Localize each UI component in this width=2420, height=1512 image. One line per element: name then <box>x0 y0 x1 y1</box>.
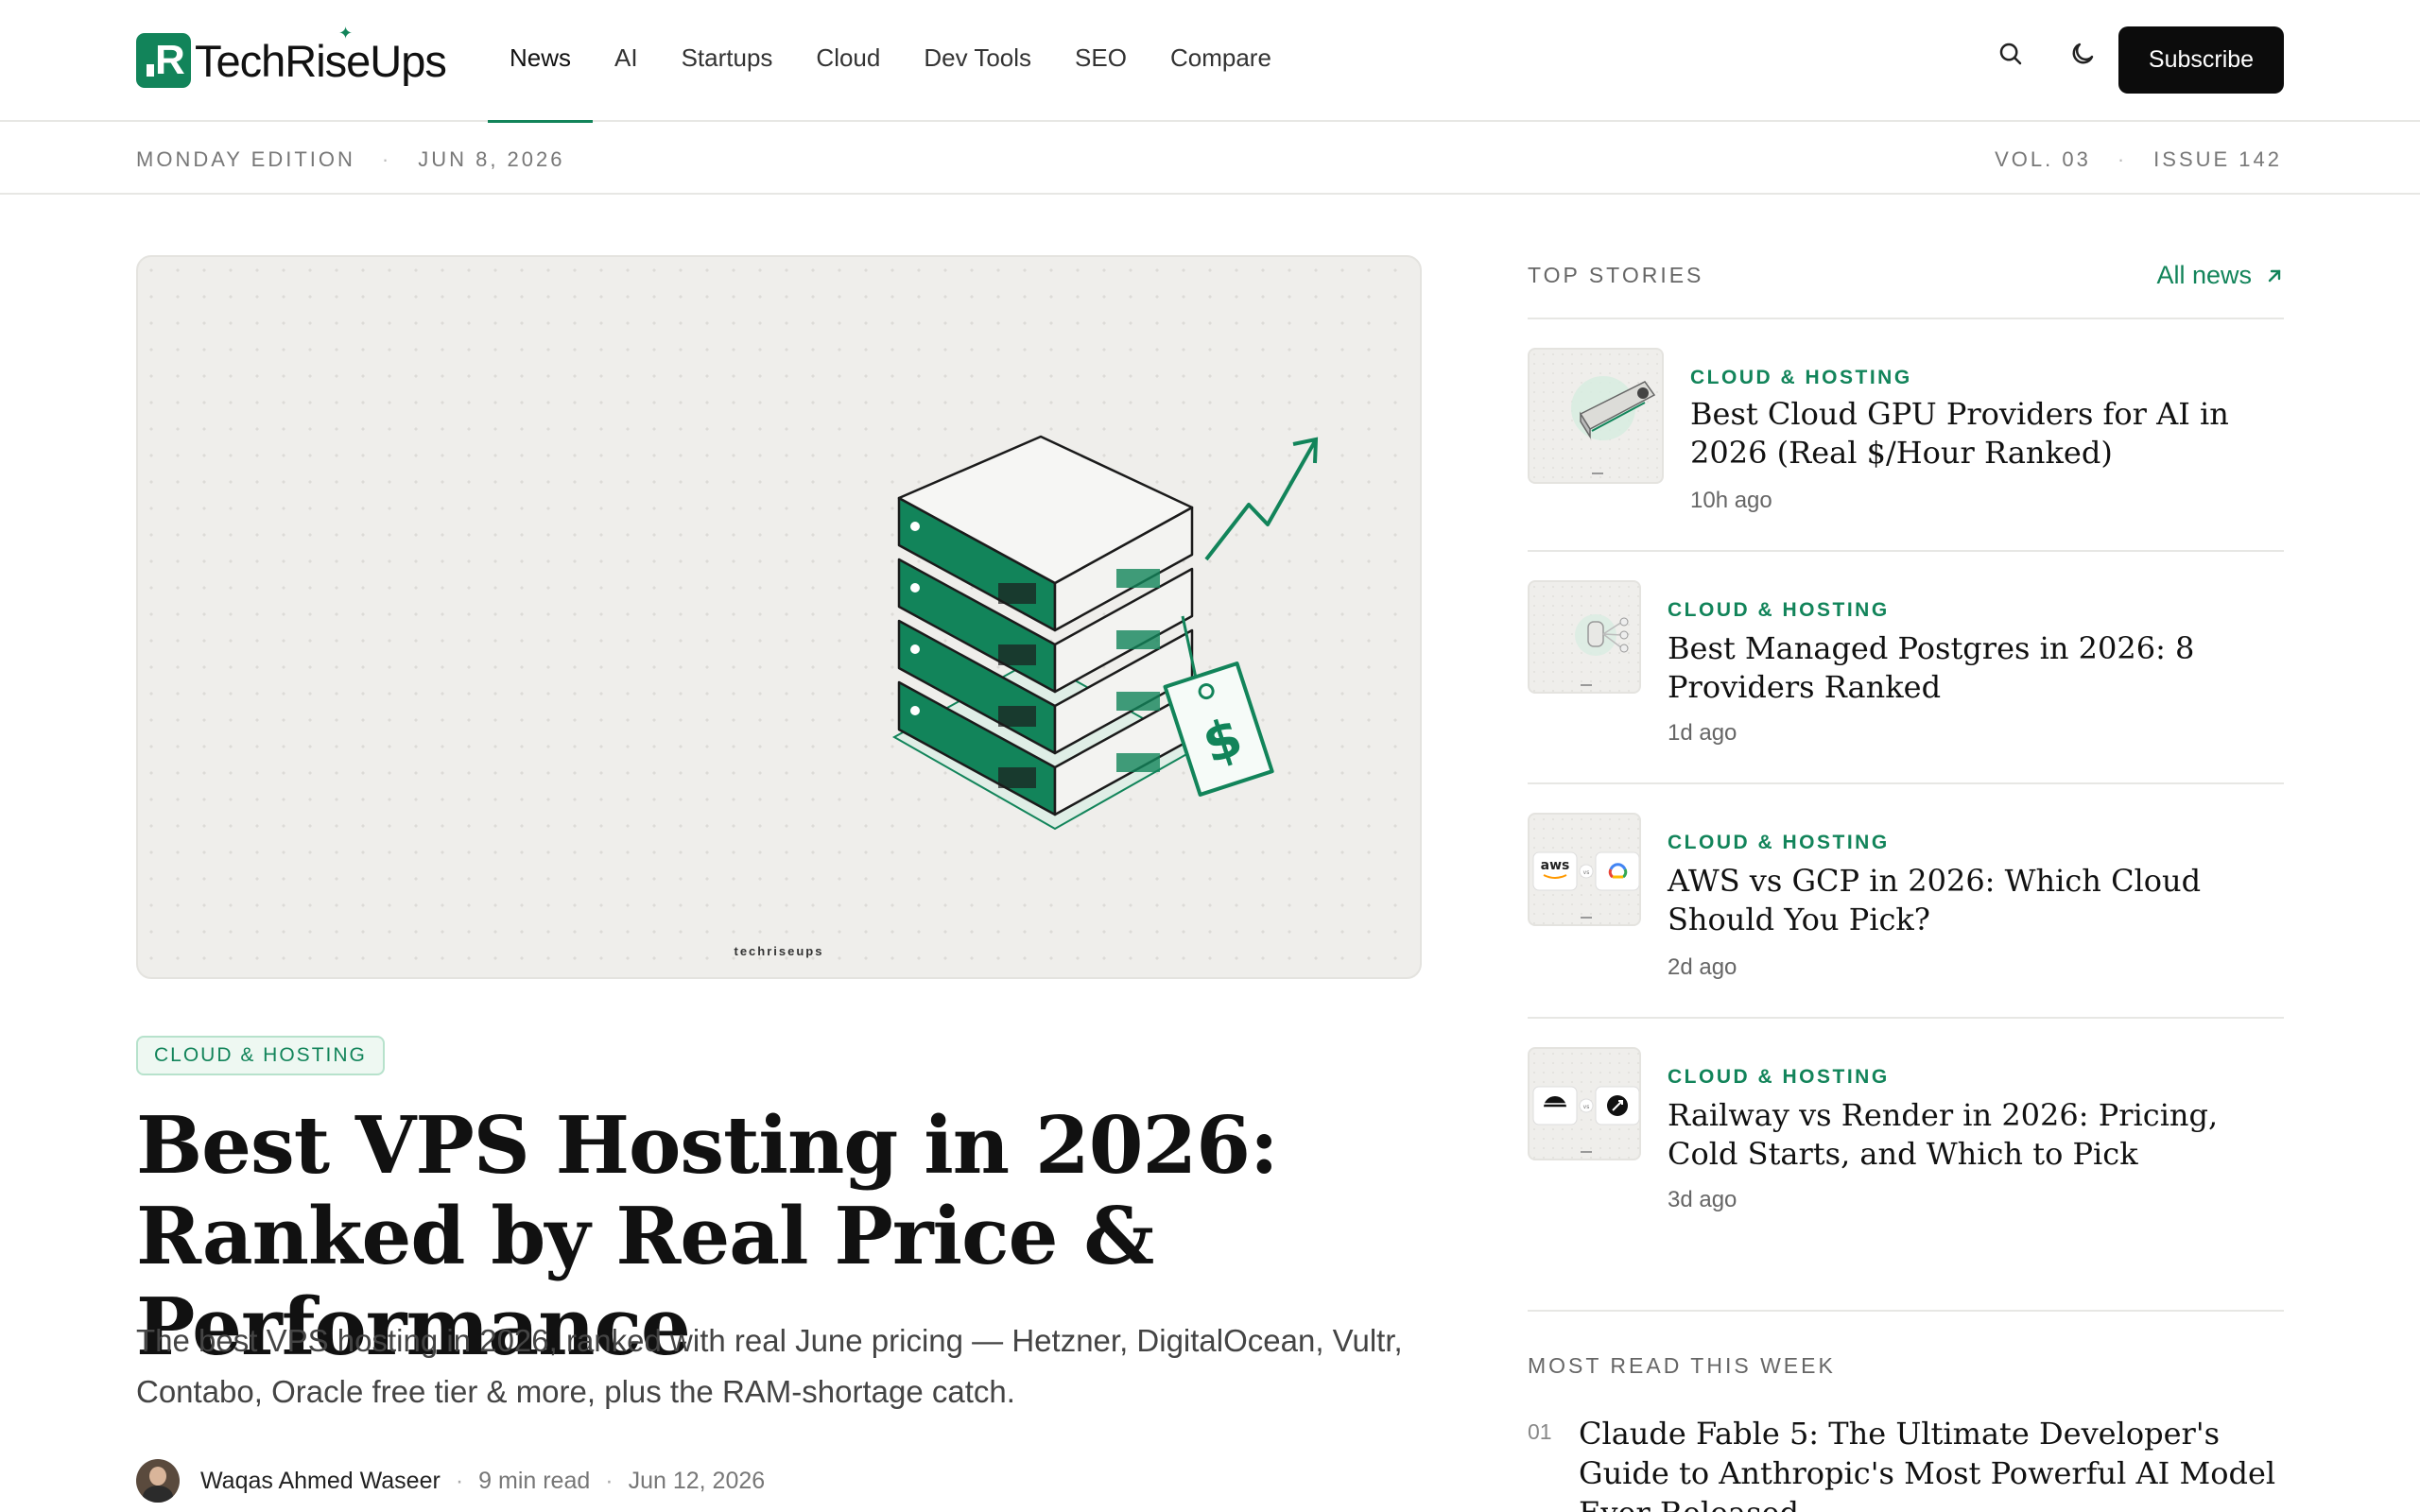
story-time: 1d ago <box>1668 720 1737 746</box>
story-category[interactable]: CLOUD & HOSTING <box>1668 832 1890 854</box>
svg-text:vs: vs <box>1583 1104 1590 1110</box>
database-network-illustration <box>1575 614 1629 686</box>
sparkle-icon: ✦ <box>338 24 354 43</box>
story-title[interactable]: AWS vs GCP in 2026: Which Cloud Should Y… <box>1668 862 2284 939</box>
nav-item-startups[interactable]: Startups <box>660 32 795 121</box>
top-story-item[interactable]: vs CLOUD & HOSTING Railway vs Render in … <box>1528 1019 2284 1251</box>
hero-image-caption: techriseups <box>734 944 824 958</box>
story-category[interactable]: CLOUD & HOSTING <box>1668 599 1890 622</box>
logo-wordmark: TechRiseUps <box>195 35 447 86</box>
edition-volume: VOL. 03 <box>1995 147 2091 171</box>
byline-separator: · <box>455 1467 464 1494</box>
edition-separator: · <box>2117 147 2128 171</box>
story-category[interactable]: CLOUD & HOSTING <box>1690 367 1912 389</box>
edition-day: MONDAY EDITION <box>136 147 355 171</box>
most-read-section: MOST READ THIS WEEK 01 Claude Fable 5: T… <box>1528 1310 2284 1512</box>
arrow-up-right-icon <box>2268 269 2281 282</box>
hero-category-tag[interactable]: CLOUD & HOSTING <box>136 1036 385 1075</box>
aws-vs-gcp-illustration: aws vs <box>1532 851 1639 919</box>
hero-byline: Waqas Ahmed Waseer · 9 min read · Jun 12… <box>136 1459 765 1503</box>
gpu-card-illustration <box>1571 376 1656 474</box>
story-time: 3d ago <box>1668 1187 1737 1212</box>
top-stories-header: TOP STORIES All news <box>1528 261 2284 319</box>
author-avatar[interactable] <box>136 1459 180 1503</box>
most-read-rank: 01 <box>1528 1419 1552 1444</box>
site-header: R TechRiseUps ✦ News AI Startups Cloud D… <box>0 0 2420 123</box>
search-icon[interactable] <box>1995 38 2027 70</box>
story-thumbnail[interactable]: aws vs <box>1528 813 1641 926</box>
read-time: 9 min read <box>478 1467 591 1494</box>
railway-vs-render-illustration: vs <box>1532 1086 1639 1153</box>
top-story-item[interactable]: CLOUD & HOSTING Best Cloud GPU Providers… <box>1528 319 2284 552</box>
edition-issue: ISSUE 142 <box>2153 147 2282 171</box>
main-nav: News AI Startups Cloud Dev Tools SEO Com… <box>488 32 1293 123</box>
top-story-item[interactable]: CLOUD & HOSTING Best Managed Postgres in… <box>1528 552 2284 784</box>
all-news-link[interactable]: All news <box>2156 261 2284 290</box>
nav-item-seo[interactable]: SEO <box>1053 32 1149 121</box>
nav-item-news[interactable]: News <box>488 32 594 123</box>
svg-text:vs: vs <box>1583 869 1590 876</box>
hero-image[interactable]: $ techriseups <box>136 255 1422 979</box>
byline-separator: · <box>605 1467 614 1494</box>
story-thumbnail[interactable] <box>1528 580 1641 694</box>
nav-item-ai[interactable]: AI <box>593 32 660 121</box>
most-read-title[interactable]: Claude Fable 5: The Ultimate Developer's… <box>1579 1414 2284 1512</box>
nav-item-compare[interactable]: Compare <box>1149 32 1293 121</box>
story-title[interactable]: Railway vs Render in 2026: Pricing, Cold… <box>1668 1096 2284 1174</box>
svg-text:aws: aws <box>1541 858 1570 873</box>
server-stack-illustration: $ <box>891 435 1319 831</box>
all-news-label: All news <box>2156 261 2252 289</box>
story-time: 2d ago <box>1668 954 1737 980</box>
top-story-item[interactable]: aws vs CLOUD & HOSTING AWS vs GCP in 202… <box>1528 784 2284 1019</box>
publish-date: Jun 12, 2026 <box>628 1467 766 1494</box>
nav-item-cloud[interactable]: Cloud <box>794 32 902 121</box>
story-time: 10h ago <box>1690 488 1772 513</box>
top-stories-label: TOP STORIES <box>1528 263 1704 287</box>
logo-mark: R <box>136 33 191 88</box>
edition-date: JUN 8, 2026 <box>418 147 565 171</box>
subscribe-button[interactable]: Subscribe <box>2118 26 2284 94</box>
moon-icon[interactable] <box>2066 38 2099 70</box>
author-name[interactable]: Waqas Ahmed Waseer <box>200 1468 441 1495</box>
story-thumbnail[interactable]: vs <box>1528 1047 1641 1160</box>
nav-item-dev-tools[interactable]: Dev Tools <box>902 32 1053 121</box>
most-read-label: MOST READ THIS WEEK <box>1528 1353 1836 1378</box>
site-logo[interactable]: R TechRiseUps ✦ <box>136 24 447 89</box>
story-thumbnail[interactable] <box>1528 348 1664 484</box>
edition-bar: MONDAY EDITION · JUN 8, 2026 VOL. 03 · I… <box>0 123 2420 195</box>
story-title[interactable]: Best Cloud GPU Providers for AI in 2026 … <box>1690 395 2284 472</box>
story-category[interactable]: CLOUD & HOSTING <box>1668 1066 1890 1089</box>
edition-separator: · <box>381 147 392 171</box>
story-title[interactable]: Best Managed Postgres in 2026: 8 Provide… <box>1668 629 2284 707</box>
hero-dek: The best VPS hosting in 2026, ranked wit… <box>136 1323 1403 1409</box>
